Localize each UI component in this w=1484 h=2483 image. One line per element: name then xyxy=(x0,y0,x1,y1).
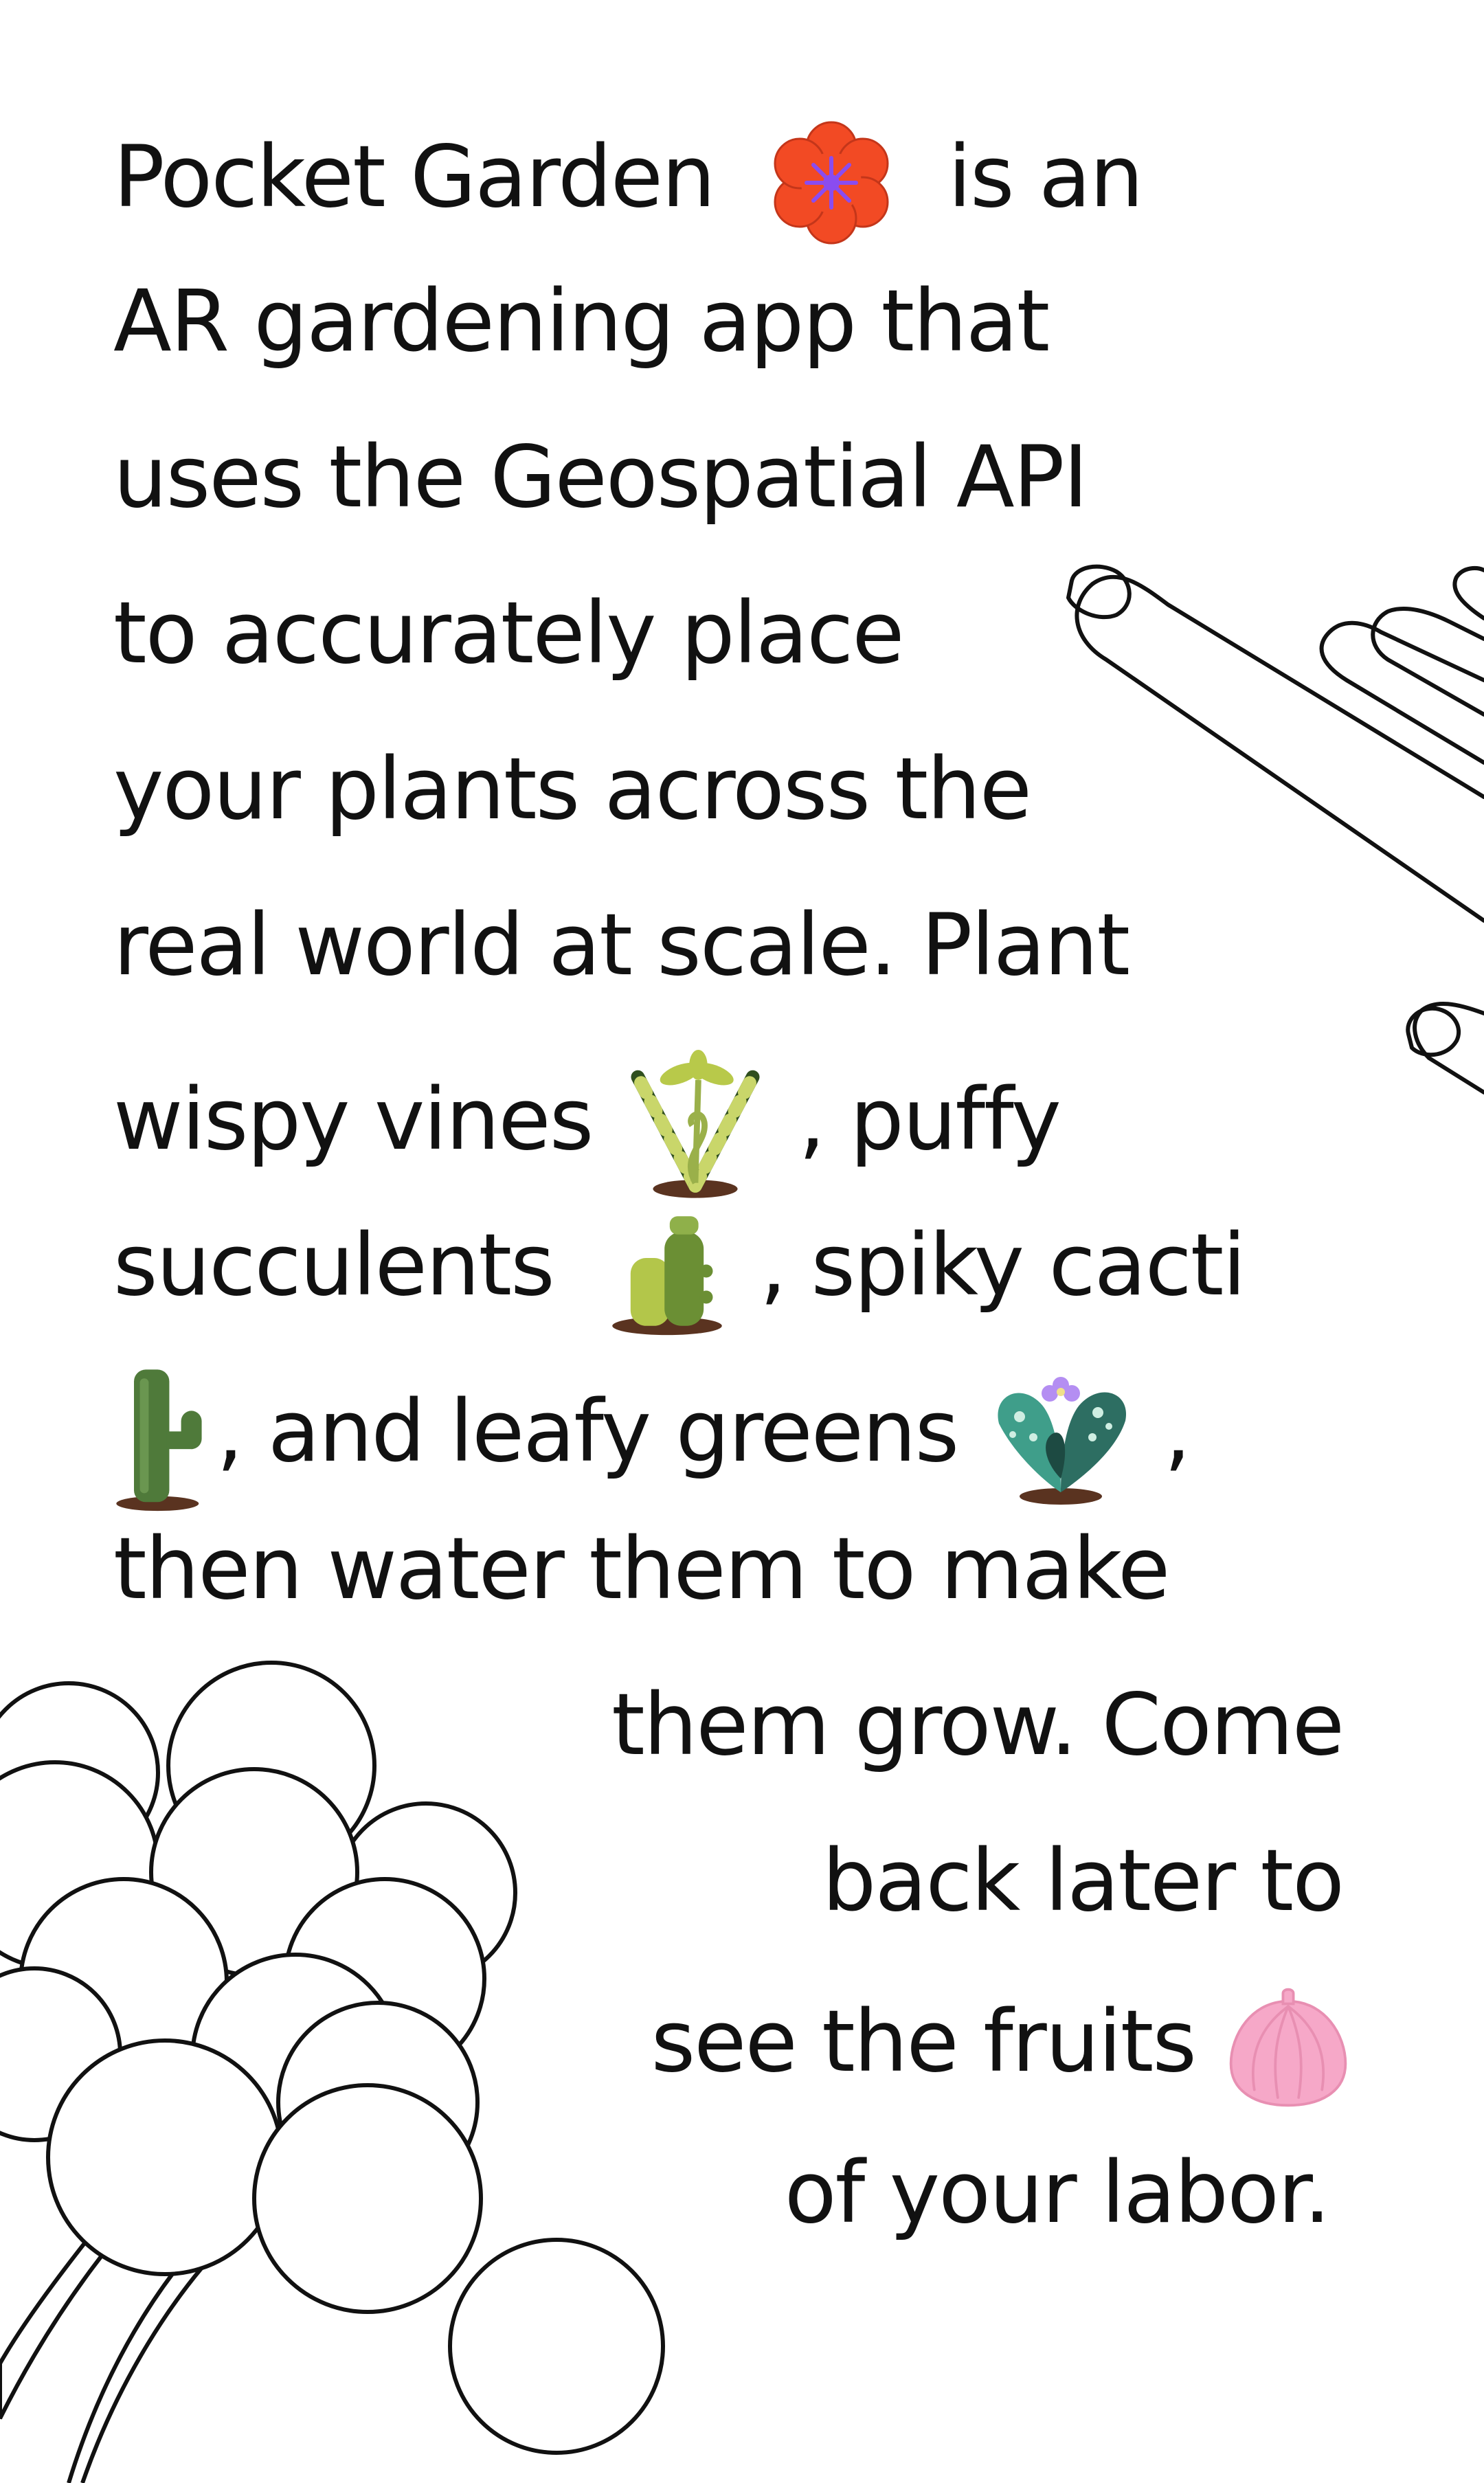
leafy-greens-icon xyxy=(985,1369,1136,1506)
text-line-10: then water them to make xyxy=(113,1520,1170,1619)
text-line-9: , and leafy greens , xyxy=(113,1362,1191,1512)
text-line-7: wispy vines , puffy xyxy=(113,1050,1061,1198)
text-line-4: to accurately place xyxy=(113,584,905,683)
cactus-icon xyxy=(113,1362,216,1513)
text-line-8: succulents , spiky cacti xyxy=(113,1206,1246,1336)
app-name: Pocket Garden xyxy=(113,128,716,227)
text-line-11: them grow. Come xyxy=(611,1676,1345,1775)
text-line-2: AR gardening app that xyxy=(113,272,1050,371)
text-line-6: real world at scale. Plant xyxy=(113,896,1130,995)
pink-fruit-icon xyxy=(1223,1986,1353,2109)
text-line-1: Pocket Garden is an xyxy=(113,114,1144,245)
succulent-icon xyxy=(602,1206,732,1336)
text-line-13: see the fruits xyxy=(651,1986,1353,2107)
text-line-5: your plants across the xyxy=(113,740,1032,839)
red-flower-icon xyxy=(763,114,900,251)
text-line-14: of your labor. xyxy=(784,2144,1331,2243)
poster: Pocket Garden is an AR gardening app tha… xyxy=(0,0,1484,2483)
text-line-3: uses the Geospatial API xyxy=(113,428,1088,527)
text-line-12: back later to xyxy=(822,1832,1345,1931)
vine-plant-icon xyxy=(620,1050,771,1201)
